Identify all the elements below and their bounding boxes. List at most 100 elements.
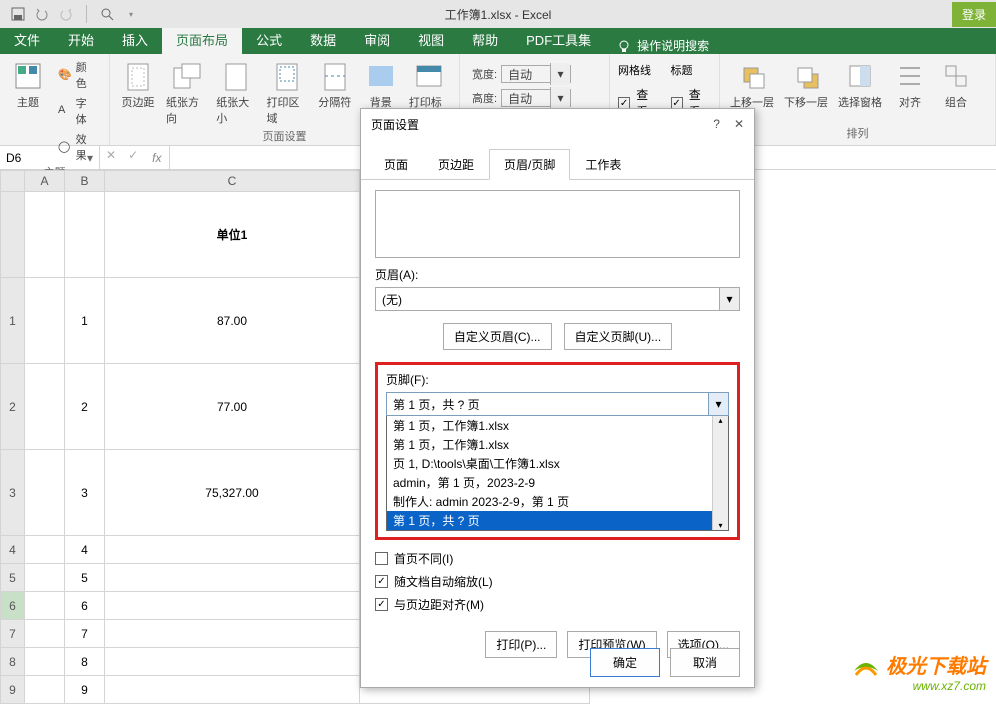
qat-customize-icon[interactable]: ▾	[123, 6, 139, 22]
fx-confirm[interactable]: ✓	[122, 146, 144, 169]
custom-header-button[interactable]: 自定义页眉(C)...	[443, 323, 552, 350]
tab-layout[interactable]: 页面布局	[162, 25, 242, 54]
row-header[interactable]: 8	[0, 648, 25, 676]
cancel-button[interactable]: 取消	[670, 648, 740, 677]
background-button[interactable]: 背景	[361, 58, 401, 112]
scale-doc-check[interactable]: ✓随文档自动缩放(L)	[375, 573, 740, 590]
cell[interactable]	[25, 278, 65, 364]
footer-combo[interactable]: 第 1 页，共 ? 页 ▾	[386, 392, 729, 416]
row-header[interactable]: 5	[0, 564, 25, 592]
themes-button[interactable]: 主题	[8, 58, 48, 112]
align-margin-check[interactable]: ✓与页边距对齐(M)	[375, 596, 740, 613]
cell[interactable]: 1	[65, 278, 105, 364]
cell[interactable]	[105, 676, 360, 704]
orientation-button[interactable]: 纸张方向	[164, 58, 208, 128]
select-all-corner[interactable]	[0, 170, 25, 192]
save-icon[interactable]	[10, 6, 26, 22]
cell[interactable]	[105, 592, 360, 620]
size-button[interactable]: 纸张大小	[214, 58, 258, 128]
cell[interactable]: 75,327.00	[105, 450, 360, 536]
cell[interactable]	[25, 592, 65, 620]
row-header[interactable]: 6	[0, 592, 25, 620]
tab-data[interactable]: 数据	[296, 25, 350, 54]
tab-formula[interactable]: 公式	[242, 25, 296, 54]
custom-footer-button[interactable]: 自定义页脚(U)...	[564, 323, 673, 350]
height-combo[interactable]: 自动▾	[501, 89, 571, 107]
footer-option-3[interactable]: admin，第 1 页，2023-2-9	[387, 473, 728, 492]
cell[interactable]	[25, 620, 65, 648]
cell[interactable]	[25, 676, 65, 704]
sendback-button[interactable]: 下移一层	[782, 58, 830, 112]
undo-icon[interactable]	[34, 6, 50, 22]
cell[interactable]: 8	[65, 648, 105, 676]
login-button[interactable]: 登录	[952, 2, 996, 27]
redo-icon[interactable]	[58, 6, 74, 22]
col-header-B[interactable]: B	[65, 170, 105, 192]
footer-option-5[interactable]: 第 1 页，共 ? 页	[387, 511, 728, 530]
tab-view[interactable]: 视图	[404, 25, 458, 54]
row-header[interactable]: 3	[0, 450, 25, 536]
col-header-C[interactable]: C	[105, 170, 360, 192]
print-button[interactable]: 打印(P)...	[485, 631, 557, 658]
cell[interactable]: 77.00	[105, 364, 360, 450]
diff-first-check[interactable]: 首页不同(I)	[375, 550, 740, 567]
cell[interactable]: 3	[65, 450, 105, 536]
cell[interactable]	[25, 564, 65, 592]
dialog-tab-sheet[interactable]: 工作表	[570, 149, 636, 180]
col-header-A[interactable]: A	[25, 170, 65, 192]
cell[interactable]	[25, 364, 65, 450]
cell[interactable]	[105, 536, 360, 564]
breaks-button[interactable]: 分隔符	[315, 58, 355, 112]
row-header[interactable]: 2	[0, 364, 25, 450]
cell[interactable]	[25, 450, 65, 536]
printarea-button[interactable]: 打印区域	[265, 58, 309, 128]
preview-icon[interactable]	[99, 6, 115, 22]
cell[interactable]: 7	[65, 620, 105, 648]
cell[interactable]	[25, 648, 65, 676]
bringforward-button[interactable]: 上移一层	[728, 58, 776, 112]
help-icon[interactable]: ?	[713, 117, 720, 131]
dialog-tab-hf[interactable]: 页眉/页脚	[489, 149, 570, 180]
margins-button[interactable]: 页边距	[118, 58, 158, 112]
row-header[interactable]	[0, 192, 25, 278]
cell[interactable]	[25, 536, 65, 564]
row-header[interactable]: 9	[0, 676, 25, 704]
fx-cancel[interactable]: ✕	[100, 146, 122, 169]
colors-button[interactable]: 🎨颜色	[54, 58, 101, 92]
group-button[interactable]: 组合	[936, 58, 976, 112]
row-header[interactable]: 4	[0, 536, 25, 564]
align-button[interactable]: 对齐	[890, 58, 930, 112]
cell[interactable]: 6	[65, 592, 105, 620]
name-box[interactable]: D6▾	[0, 146, 100, 169]
row-header[interactable]: 7	[0, 620, 25, 648]
tab-insert[interactable]: 插入	[108, 25, 162, 54]
dialog-tab-margins[interactable]: 页边距	[423, 149, 489, 180]
cell[interactable]: 4	[65, 536, 105, 564]
footer-option-4[interactable]: 制作人: admin 2023-2-9，第 1 页	[387, 492, 728, 511]
cell[interactable]: 9	[65, 676, 105, 704]
header-combo[interactable]: (无) ▾	[375, 287, 740, 311]
tab-help[interactable]: 帮助	[458, 25, 512, 54]
tell-me[interactable]: 操作说明搜索	[605, 37, 721, 54]
footer-option-2[interactable]: 页 1, D:\tools\桌面\工作簿1.xlsx	[387, 454, 728, 473]
dropdown-scrollbar[interactable]: ▴ ▾	[712, 416, 728, 530]
footer-option-1[interactable]: 第 1 页，工作簿1.xlsx	[387, 435, 728, 454]
tab-pdf[interactable]: PDF工具集	[512, 25, 605, 54]
tab-file[interactable]: 文件	[0, 25, 54, 54]
width-combo[interactable]: 自动▾	[501, 65, 571, 83]
cell[interactable]: 单位1	[105, 192, 360, 278]
dialog-tab-page[interactable]: 页面	[369, 149, 423, 180]
cell[interactable]	[105, 620, 360, 648]
footer-option-0[interactable]: 第 1 页，工作簿1.xlsx	[387, 416, 728, 435]
close-icon[interactable]: ✕	[734, 117, 744, 131]
tab-review[interactable]: 审阅	[350, 25, 404, 54]
cell[interactable]	[105, 648, 360, 676]
cell[interactable]: 2	[65, 364, 105, 450]
cell[interactable]	[105, 564, 360, 592]
cell[interactable]	[25, 192, 65, 278]
selectionpane-button[interactable]: 选择窗格	[836, 58, 884, 112]
tab-home[interactable]: 开始	[54, 25, 108, 54]
row-header[interactable]: 1	[0, 278, 25, 364]
cell[interactable]: 87.00	[105, 278, 360, 364]
ok-button[interactable]: 确定	[590, 648, 660, 677]
